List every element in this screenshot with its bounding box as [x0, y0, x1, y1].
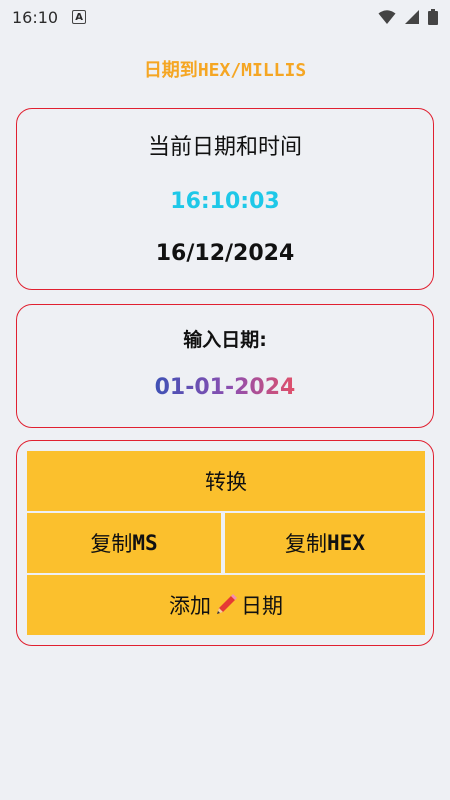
a-icon: A — [72, 10, 87, 24]
current-time: 16:10:03 — [170, 189, 280, 214]
copy-ms-prefix: 复制 — [90, 532, 133, 556]
status-bar: 16:10 A — [0, 0, 450, 34]
convert-label: 转换 — [205, 470, 247, 494]
add-date-prefix: 添加 — [169, 594, 211, 618]
copy-hex-button[interactable]: 复制 HEX — [225, 513, 425, 573]
app-title: 日期到HEX/MILLIS — [0, 56, 450, 82]
input-date-value[interactable]: 01-01-2024 — [17, 375, 433, 400]
convert-button[interactable]: 转换 — [27, 451, 425, 511]
battery-icon — [428, 9, 438, 25]
copy-ms-button[interactable]: 复制 MS — [27, 513, 221, 573]
status-left: 16:10 A — [12, 7, 87, 27]
input-date-text[interactable]: 01-01-2024 — [155, 375, 296, 400]
input-date-label: 输入日期: — [183, 329, 267, 351]
actions-card: 转换 复制 MS 复制 HEX 添加 日期 — [16, 440, 434, 646]
current-datetime-title: 当前日期和时间 — [147, 135, 302, 160]
app-title-suffix: HEX/MILLIS — [197, 60, 307, 81]
app-title-prefix: 日期到 — [143, 60, 198, 81]
copy-hex-prefix: 复制 — [285, 532, 328, 556]
add-date-suffix: 日期 — [241, 594, 283, 618]
copy-ms-suffix: MS — [132, 531, 158, 555]
input-date-card: 输入日期: 01-01-2024 — [16, 304, 434, 428]
current-datetime-card: 当前日期和时间 16:10:03 16/12/2024 — [16, 108, 434, 290]
pencil-icon — [217, 594, 237, 614]
status-time: 16:10 — [12, 7, 59, 27]
add-date-button[interactable]: 添加 日期 — [27, 575, 425, 635]
copy-hex-suffix: HEX — [327, 531, 365, 555]
signal-icon — [405, 10, 419, 24]
wifi-icon — [378, 10, 396, 24]
current-date: 16/12/2024 — [155, 241, 295, 266]
status-right — [378, 9, 438, 25]
